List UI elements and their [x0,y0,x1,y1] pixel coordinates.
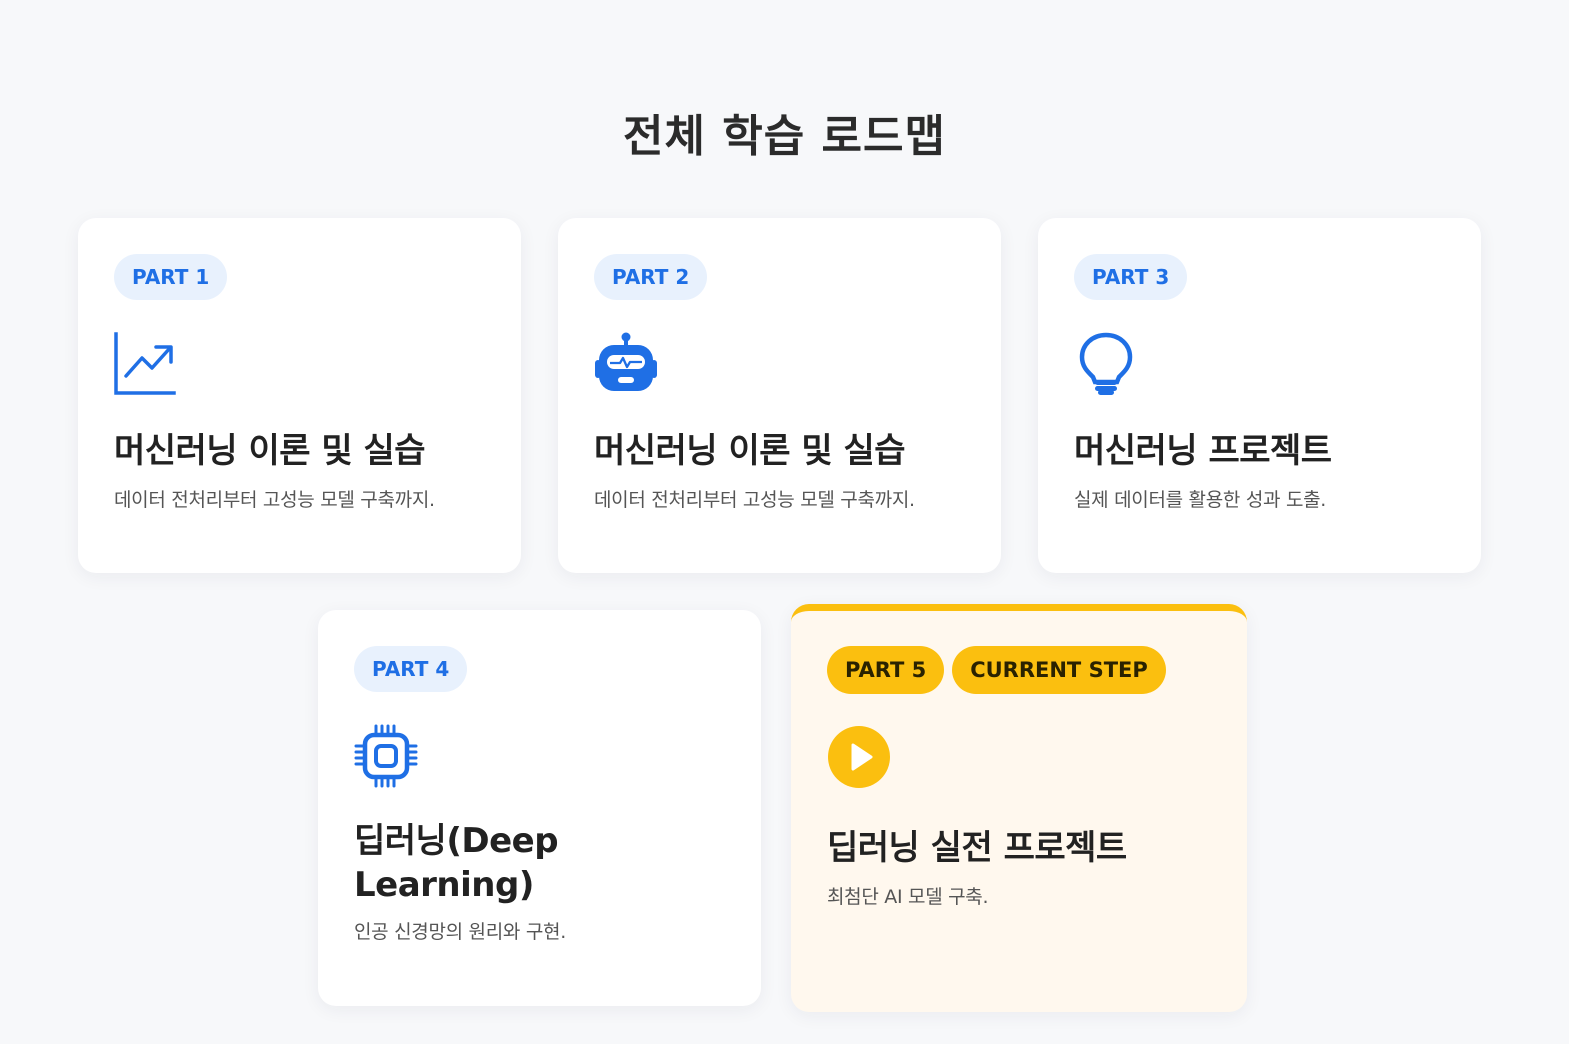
roadmap-page: 전체 학습 로드맵 PART 1 머신러닝 이론 및 실습 데이터 전처리부터 … [0,0,1569,1044]
chart-line-icon [114,332,176,395]
roadmap-card-part-1[interactable]: PART 1 머신러닝 이론 및 실습 데이터 전처리부터 고성능 모델 구축까… [78,218,521,573]
badge-row: PART 2 [594,254,965,300]
chip-icon [354,724,418,788]
part-badge: PART 3 [1074,254,1188,300]
card-title: 머신러닝 이론 및 실습 [594,431,906,471]
card-description: 최첨단 AI 모델 구축. [827,885,989,908]
roadmap-card-part-4[interactable]: PART 4 딥러닝(Deep Learning) 인공 신경망의 원리와 구현… [318,610,761,1006]
roadmap-card-part-5-current[interactable]: PART 5 CURRENT STEP 딥러닝 실전 프로젝트 최첨단 AI 모… [791,604,1247,1012]
part-badge: PART 2 [594,254,708,300]
card-title: 딥러닝 실전 프로젝트 [827,828,1127,868]
lightbulb-icon [1079,332,1133,395]
badge-row: PART 1 [114,254,485,300]
page-title: 전체 학습 로드맵 [623,111,946,162]
card-title: 딥러닝(Deep Learning) [354,821,559,905]
card-title: 머신러닝 프로젝트 [1074,431,1332,471]
badge-row: PART 4 [354,646,725,692]
card-description: 인공 신경망의 원리와 구현. [354,921,566,944]
play-icon[interactable] [827,725,891,789]
part-badge: PART 1 [114,254,228,300]
card-description: 데이터 전처리부터 고성능 모델 구축까지. [114,488,435,511]
roadmap-card-part-3[interactable]: PART 3 머신러닝 프로젝트 실제 데이터를 활용한 성과 도출. [1038,218,1481,573]
badge-row: PART 3 [1074,254,1445,300]
card-description: 데이터 전처리부터 고성능 모델 구축까지. [594,488,915,511]
current-step-badge: CURRENT STEP [952,646,1166,694]
card-description: 실제 데이터를 활용한 성과 도출. [1074,488,1327,511]
card-title: 머신러닝 이론 및 실습 [114,431,426,471]
part-badge: PART 5 [827,646,945,694]
robot-icon [595,332,657,391]
badge-row: PART 5 CURRENT STEP [827,646,1211,694]
roadmap-card-part-2[interactable]: PART 2 머신러닝 이론 및 실습 데이터 전처리부터 고성능 모델 구축까… [558,218,1001,573]
part-badge: PART 4 [354,646,468,692]
